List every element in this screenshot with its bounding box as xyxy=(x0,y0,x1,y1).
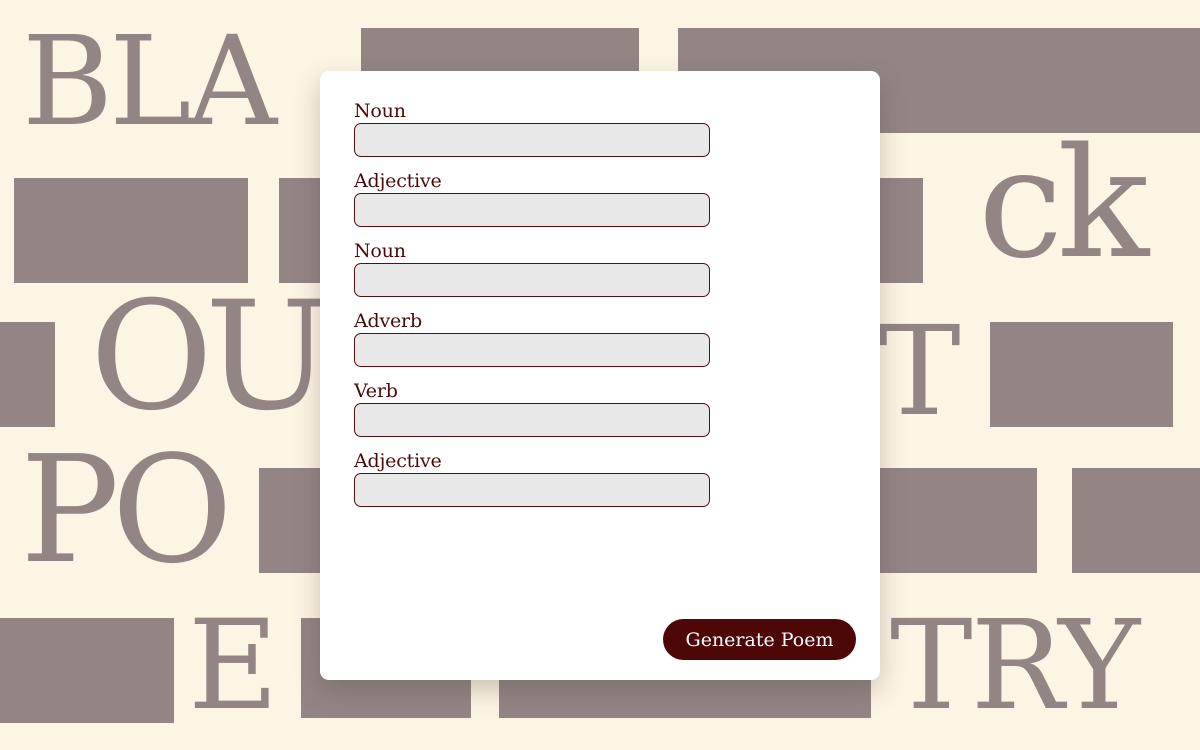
background-word: BLA xyxy=(22,10,277,154)
background-word: PO xyxy=(20,424,233,596)
adverb-label: Adverb xyxy=(354,310,422,332)
blackout-block xyxy=(0,618,174,723)
background-word: OU xyxy=(90,270,331,444)
noun-input[interactable] xyxy=(354,123,710,157)
verb-input[interactable] xyxy=(354,403,710,437)
background-word: TRY xyxy=(890,594,1140,738)
noun-label: Noun xyxy=(354,100,406,122)
generate-poem-button[interactable]: Generate Poem xyxy=(663,619,856,660)
blackout-block xyxy=(14,178,248,283)
verb-label: Verb xyxy=(354,380,398,402)
noun-input-2[interactable] xyxy=(354,263,710,297)
blackout-block xyxy=(990,322,1173,427)
poem-form-card: Noun Adjective Noun Adverb Verb Adjectiv… xyxy=(320,71,880,680)
blackout-block xyxy=(0,322,55,427)
background-word: E xyxy=(188,594,279,738)
adjective-label-2: Adjective xyxy=(354,450,442,472)
blackout-block xyxy=(860,468,1037,573)
adverb-input[interactable] xyxy=(354,333,710,367)
adjective-label: Adjective xyxy=(354,170,442,192)
noun-label-2: Noun xyxy=(354,240,406,262)
background-word: T xyxy=(878,300,961,444)
word-input-form: Noun Adjective Noun Adverb Verb Adjectiv… xyxy=(354,99,710,519)
blackout-block xyxy=(1072,468,1200,573)
adjective-input-2[interactable] xyxy=(354,473,710,507)
adjective-input[interactable] xyxy=(354,193,710,227)
background-word: ck xyxy=(978,115,1149,292)
